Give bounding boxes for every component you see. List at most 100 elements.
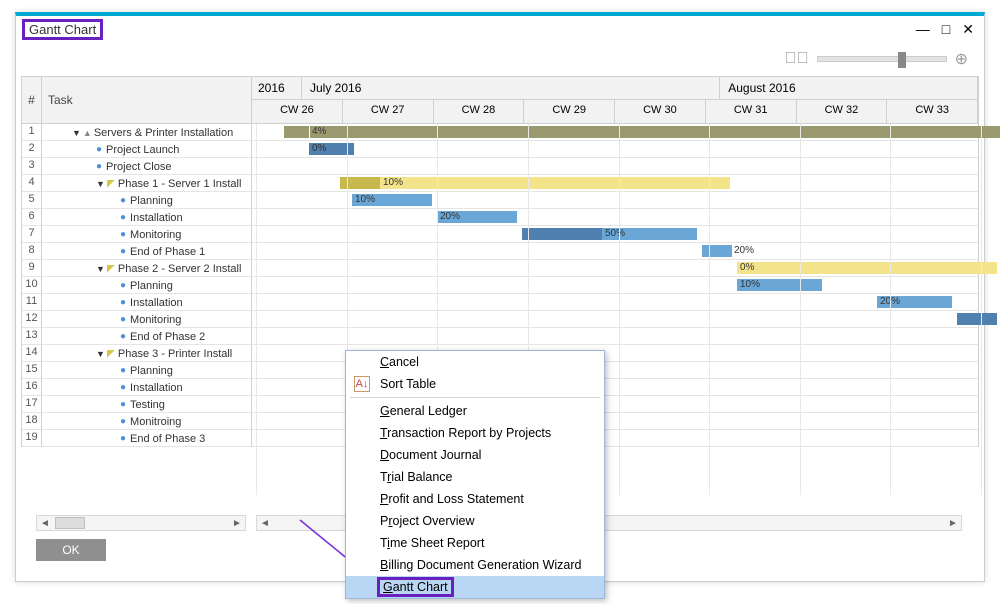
chart-cell[interactable]: 10% (252, 277, 978, 294)
task-cell[interactable]: ●Monitroing (42, 413, 252, 430)
task-cell[interactable]: ●End of Phase 3 (42, 430, 252, 447)
header-week: CW 32 (797, 100, 888, 124)
zoom-slider[interactable] (817, 56, 947, 62)
gantt-bar[interactable] (284, 126, 309, 138)
task-row[interactable]: 7●Monitoring50% (21, 226, 979, 243)
row-number: 17 (22, 396, 42, 413)
task-cell[interactable]: ●Installation (42, 209, 252, 226)
task-row[interactable]: 1▼▲Servers & Printer Installation4% (21, 124, 979, 141)
task-row[interactable]: 11●Installation20% (21, 294, 979, 311)
chart-cell[interactable]: 20% (252, 243, 978, 260)
scroll-right-icon[interactable]: ► (229, 518, 245, 529)
ok-button[interactable]: OK (36, 539, 106, 561)
task-row[interactable]: 4▼Phase 1 - Server 1 Install10% (21, 175, 979, 192)
chart-cell[interactable]: 50% (252, 226, 978, 243)
chart-cell[interactable]: 0% (252, 141, 978, 158)
context-menu[interactable]: CancelA↓Sort Table General Ledger Transact… (345, 350, 605, 599)
task-cell[interactable]: ▼Phase 1 - Server 1 Install (42, 175, 252, 192)
task-cell[interactable]: ▼ Phase 2 - Server 2 Install (42, 260, 252, 277)
task-row[interactable]: 12●Monitoring (21, 311, 979, 328)
task-row[interactable]: 10●Planning10% (21, 277, 979, 294)
chart-cell[interactable]: 20% (252, 209, 978, 226)
minimize-button[interactable]: — (916, 21, 930, 38)
gantt-bar[interactable] (737, 262, 997, 274)
task-row[interactable]: 8●End of Phase 120% (21, 243, 979, 260)
chart-cell[interactable] (252, 328, 978, 345)
menu-item[interactable]: Transaction Report by Projects (346, 422, 604, 444)
scroll-left-icon[interactable]: ◄ (257, 518, 273, 529)
close-button[interactable]: ✕ (962, 21, 974, 38)
row-number: 10 (22, 277, 42, 294)
task-cell[interactable]: ●Planning (42, 277, 252, 294)
task-scrollbar[interactable]: ◄ ► (36, 515, 246, 531)
zoom-in-icon[interactable]: ⊕ (955, 49, 968, 69)
gantt-bar[interactable] (310, 126, 1000, 138)
menu-item[interactable]: A↓Sort Table (346, 373, 604, 395)
row-number: 11 (22, 294, 42, 311)
task-cell[interactable]: ●Project Launch (42, 141, 252, 158)
chart-cell[interactable]: 0% (252, 260, 978, 277)
gantt-bar[interactable] (380, 177, 730, 189)
chart-cell[interactable]: 10% (252, 192, 978, 209)
task-cell[interactable]: ●Project Close (42, 158, 252, 175)
task-row[interactable]: 5●Planning10% (21, 192, 979, 209)
menu-item[interactable]: Time Sheet Report (346, 532, 604, 554)
scroll-left-icon[interactable]: ◄ (37, 518, 53, 529)
task-row[interactable]: 6●Installation20% (21, 209, 979, 226)
scroll-right-icon[interactable]: ► (945, 518, 961, 529)
gantt-bar[interactable] (522, 228, 602, 240)
zoom-slider-thumb[interactable] (898, 52, 906, 68)
task-row[interactable]: 3●Project Close (21, 158, 979, 175)
flag-icon (107, 180, 115, 188)
menu-item[interactable]: General Ledger (346, 400, 604, 422)
header-week: CW 27 (343, 100, 434, 124)
menu-item[interactable]: Profit and Loss Statement (346, 488, 604, 510)
task-row[interactable]: 9▼Phase 2 - Server 2 Install0% (21, 260, 979, 277)
menu-label: Transaction Report by Projects (380, 426, 551, 440)
gantt-bar[interactable] (957, 313, 997, 325)
bullet-icon: ● (120, 365, 126, 376)
window-controls: — □ ✕ (916, 21, 978, 38)
gantt-bar[interactable] (340, 177, 380, 189)
row-number: 12 (22, 311, 42, 328)
task-label: Phase 2 - Server 2 Install (118, 263, 242, 275)
flag-icon (107, 350, 115, 358)
task-cell[interactable]: ●Monitoring (42, 226, 252, 243)
menu-item[interactable]: Trial Balance (346, 466, 604, 488)
chart-cell[interactable]: 4% (252, 124, 978, 141)
menu-item[interactable]: Project Overview (346, 510, 604, 532)
gantt-bar[interactable] (702, 245, 732, 257)
caret-down-icon[interactable]: ▼ (96, 179, 105, 189)
zoom-out-icon[interactable]: ⚊⃝ (785, 50, 809, 68)
caret-down-icon[interactable]: ▼ (96, 349, 105, 359)
menu-item[interactable]: Cancel (346, 351, 604, 373)
task-row[interactable]: 2●Project Launch0% (21, 141, 979, 158)
menu-item[interactable]: Document Journal (346, 444, 604, 466)
menu-item[interactable]: Gantt Chart (346, 576, 604, 598)
chart-cell[interactable] (252, 158, 978, 175)
task-cell[interactable]: ●End of Phase 2 (42, 328, 252, 345)
chart-cell[interactable]: 10% (252, 175, 978, 192)
task-cell[interactable]: ●Planning (42, 362, 252, 379)
task-cell[interactable]: ●Installation (42, 379, 252, 396)
row-number: 13 (22, 328, 42, 345)
bullet-icon: ● (120, 331, 126, 342)
caret-down-icon[interactable]: ▼ (72, 128, 81, 138)
task-cell[interactable]: ●Installation (42, 294, 252, 311)
header-week: CW 30 (615, 100, 706, 124)
task-cell[interactable]: ●End of Phase 1 (42, 243, 252, 260)
caret-down-icon[interactable]: ▼ (96, 264, 105, 274)
chart-cell[interactable] (252, 311, 978, 328)
maximize-button[interactable]: □ (942, 21, 950, 38)
task-cell[interactable]: ▼Phase 3 - Printer Install (42, 345, 252, 362)
chart-cell[interactable]: 20% (252, 294, 978, 311)
task-label: Monitoring (130, 314, 181, 326)
bullet-icon: ● (120, 195, 126, 206)
task-cell[interactable]: ●Planning (42, 192, 252, 209)
scroll-thumb[interactable] (55, 517, 85, 529)
task-cell[interactable]: ●Testing (42, 396, 252, 413)
task-cell[interactable]: ▼▲Servers & Printer Installation (42, 124, 252, 141)
task-row[interactable]: 13●End of Phase 2 (21, 328, 979, 345)
menu-item[interactable]: Billing Document Generation Wizard (346, 554, 604, 576)
task-cell[interactable]: ●Monitoring (42, 311, 252, 328)
